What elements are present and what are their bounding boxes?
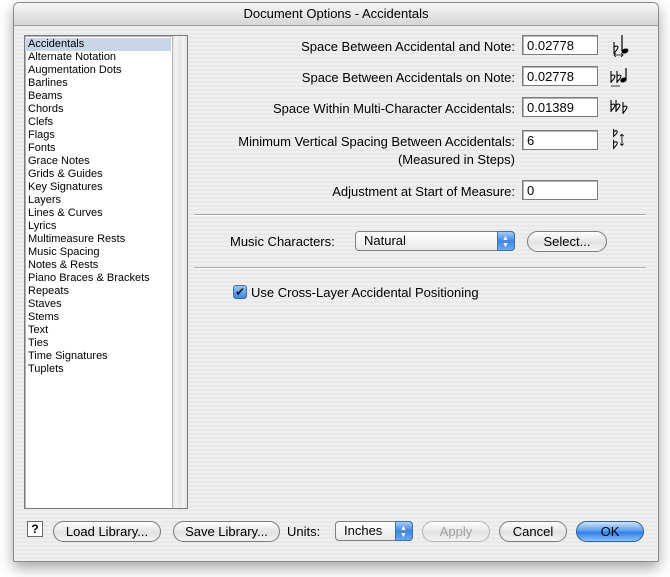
sidebar-item-grace-notes[interactable]: Grace Notes: [25, 155, 171, 168]
music-characters-label: Music Characters:: [230, 234, 335, 249]
sidebar-item-chords[interactable]: Chords: [25, 103, 171, 116]
sidebar-item-clefs[interactable]: Clefs: [25, 116, 171, 129]
vertical-spacing-icon: [613, 128, 625, 150]
min-vertical-label: Minimum Vertical Spacing Between Acciden…: [238, 134, 515, 149]
load-library-button[interactable]: Load Library...: [53, 521, 161, 542]
space-accidental-note-field[interactable]: [522, 35, 598, 55]
sidebar-item-augmentation-dots[interactable]: Augmentation Dots: [25, 64, 171, 77]
sidebar-item-time-signatures[interactable]: Time Signatures: [25, 350, 171, 363]
window-title: Document Options - Accidentals: [14, 3, 658, 26]
separator-top: [194, 214, 646, 216]
space-accidentals-field[interactable]: [522, 66, 598, 86]
sidebar-item-flags[interactable]: Flags: [25, 129, 171, 142]
sidebar-item-alternate-notation[interactable]: Alternate Notation: [25, 51, 171, 64]
sidebar-item-barlines[interactable]: Barlines: [25, 77, 171, 90]
sidebar-item-grids-guides[interactable]: Grids & Guides: [25, 168, 171, 181]
min-vertical-field[interactable]: [522, 130, 598, 150]
space-multichar-field[interactable]: [522, 97, 598, 117]
save-library-button[interactable]: Save Library...: [173, 521, 280, 542]
units-popup-arrows-icon: ▲ ▼: [395, 521, 413, 541]
sidebar-item-accidentals[interactable]: Accidentals: [25, 38, 171, 51]
units-popup[interactable]: Inches ▲ ▼: [335, 521, 413, 541]
sidebar-item-lyrics[interactable]: Lyrics: [25, 220, 171, 233]
adjust-start-field[interactable]: [522, 180, 598, 200]
music-characters-value: Natural: [364, 233, 406, 248]
sidebar-item-repeats[interactable]: Repeats: [25, 285, 171, 298]
sidebar-item-multimeasure-rests[interactable]: Multimeasure Rests: [25, 233, 171, 246]
sidebar-item-text[interactable]: Text: [25, 324, 171, 337]
multi-character-accidental-icon: [610, 100, 628, 114]
accidental-note-spacing-icon: [613, 35, 629, 57]
sidebar-item-lines-curves[interactable]: Lines & Curves: [25, 207, 171, 220]
ok-button[interactable]: OK: [576, 521, 644, 542]
sidebar-item-staves[interactable]: Staves: [25, 298, 171, 311]
sidebar-item-fonts[interactable]: Fonts: [25, 142, 171, 155]
sidebar-item-layers[interactable]: Layers: [25, 194, 171, 207]
cancel-button[interactable]: Cancel: [499, 521, 567, 542]
units-label: Units:: [287, 524, 321, 539]
document-options-window: Document Options - Accidentals Accidenta…: [13, 2, 659, 562]
category-list-items: Accidentals Alternate Notation Augmentatio…: [25, 36, 171, 376]
music-characters-popup[interactable]: Natural ▲ ▼: [355, 231, 515, 251]
sidebar-item-beams[interactable]: Beams: [25, 90, 171, 103]
sidebar-item-piano-braces-brackets[interactable]: Piano Braces & Brackets: [25, 272, 171, 285]
apply-button[interactable]: Apply: [422, 521, 490, 542]
sidebar-item-music-spacing[interactable]: Music Spacing: [25, 246, 171, 259]
category-list-scrollbar[interactable]: [172, 36, 187, 508]
min-vertical-sublabel: (Measured in Steps): [397, 152, 515, 167]
popup-arrows-icon: ▲ ▼: [497, 231, 515, 251]
category-list[interactable]: Accidentals Alternate Notation Augmentatio…: [24, 35, 188, 509]
help-icon[interactable]: ?: [27, 521, 43, 537]
space-accidental-note-label: Space Between Accidental and Note:: [301, 39, 515, 54]
adjust-start-label: Adjustment at Start of Measure:: [332, 184, 515, 199]
space-multichar-label: Space Within Multi-Character Accidentals…: [272, 101, 515, 116]
units-value: Inches: [344, 523, 383, 538]
cross-layer-label: Use Cross-Layer Accidental Positioning: [251, 285, 479, 300]
sidebar-item-stems[interactable]: Stems: [25, 311, 171, 324]
sidebar-item-tuplets[interactable]: Tuplets: [25, 363, 171, 376]
cross-layer-checkbox[interactable]: ✔: [233, 285, 247, 299]
space-accidentals-label: Space Between Accidentals on Note:: [301, 70, 515, 85]
separator-middle: [194, 267, 646, 269]
sidebar-item-notes-rests[interactable]: Notes & Rests: [25, 259, 171, 272]
sidebar-item-ties[interactable]: Ties: [25, 337, 171, 350]
accidentals-on-note-spacing-icon: [610, 68, 627, 87]
sidebar-item-key-signatures[interactable]: Key Signatures: [25, 181, 171, 194]
select-characters-button[interactable]: Select...: [527, 231, 607, 252]
checkmark-icon: ✔: [234, 285, 246, 299]
